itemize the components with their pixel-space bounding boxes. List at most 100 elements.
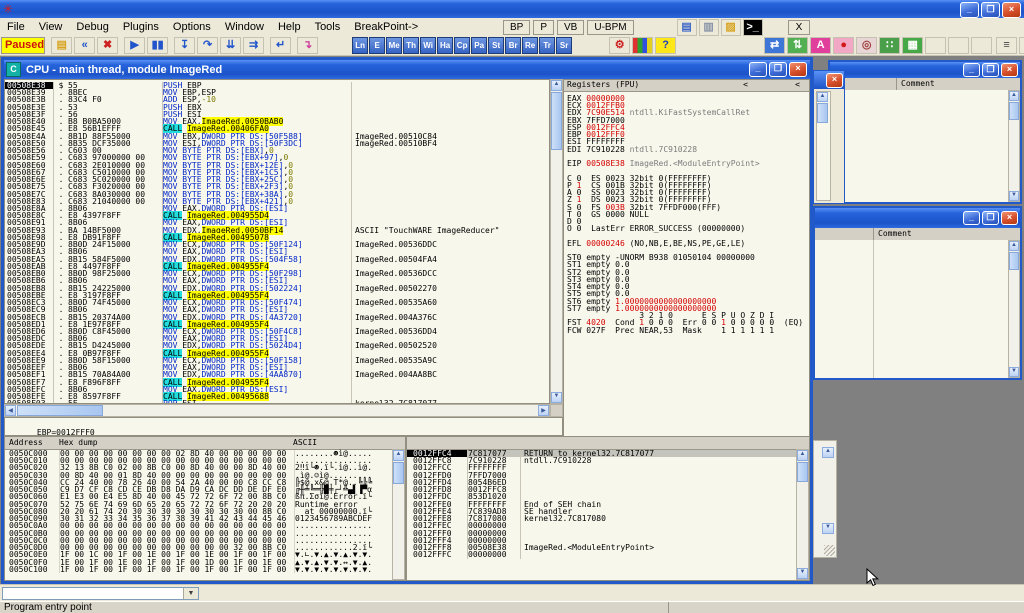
disasm-hscroll-thumb[interactable] bbox=[17, 405, 103, 416]
registers-pane-button-2[interactable]: < bbox=[792, 80, 803, 90]
restart-icon[interactable]: « bbox=[74, 37, 95, 54]
toolbar-letter-th[interactable]: Th bbox=[403, 37, 419, 54]
side-top-maximize-button[interactable]: ❐ bbox=[982, 63, 999, 77]
dump-scroll-up[interactable]: ▲ bbox=[393, 450, 404, 461]
blank-button-2[interactable] bbox=[948, 37, 969, 54]
side-mid-scroll-down[interactable]: ▼ bbox=[1009, 367, 1019, 377]
sliver2-scroll-up[interactable]: ▲ bbox=[822, 447, 834, 458]
pause-icon[interactable]: ▮▮ bbox=[147, 37, 168, 54]
resize-grip[interactable] bbox=[824, 545, 835, 556]
side-mid-scroll-thumb[interactable] bbox=[1009, 252, 1019, 270]
sliver-close-button[interactable]: × bbox=[826, 73, 843, 88]
stack-row[interactable]: 0012FFFC00000000 bbox=[407, 551, 809, 558]
stack-scroll-up[interactable]: ▲ bbox=[797, 450, 808, 461]
blank-button-3[interactable] bbox=[971, 37, 992, 54]
side-top-scroll-down[interactable]: ▼ bbox=[1009, 191, 1019, 201]
dump-col-ascii[interactable]: ASCII bbox=[293, 437, 405, 449]
log-icon[interactable]: ▤ bbox=[677, 19, 697, 36]
toolbar-letter-ln[interactable]: Ln bbox=[352, 37, 368, 54]
disasm-scroll-left[interactable]: ◀ bbox=[5, 405, 16, 416]
stack-scroll-down[interactable]: ▼ bbox=[797, 568, 808, 579]
toolbar-letter-ha[interactable]: Ha bbox=[437, 37, 453, 54]
menu-view[interactable]: View bbox=[32, 19, 70, 35]
disasm-scroll-down[interactable]: ▼ bbox=[551, 392, 562, 403]
side-mid-minimize-button[interactable]: _ bbox=[963, 211, 980, 225]
folder-icon[interactable]: ▨ bbox=[721, 19, 741, 36]
cpu-minimize-button[interactable]: _ bbox=[749, 62, 767, 77]
disasm-row[interactable]: 00508E3B.83C4 F0ADD ESP,-10 bbox=[5, 96, 549, 103]
animate-over-icon[interactable]: ⇉ bbox=[243, 37, 264, 54]
swap-arrows-icon[interactable]: ⇄ bbox=[764, 37, 785, 54]
close-program-icon[interactable]: ✖ bbox=[97, 37, 118, 54]
disasm-scroll-right[interactable]: ▶ bbox=[538, 405, 549, 416]
animate-into-icon[interactable]: ⇊ bbox=[220, 37, 241, 54]
console-icon[interactable]: >_ bbox=[743, 19, 763, 36]
menu-plugins[interactable]: Plugins bbox=[116, 19, 166, 35]
side-mid-maximize-button[interactable]: ❐ bbox=[982, 211, 999, 225]
menu-window[interactable]: Window bbox=[218, 19, 271, 35]
menu-options[interactable]: Options bbox=[166, 19, 218, 35]
analyze-a-icon[interactable]: A bbox=[810, 37, 831, 54]
restore-button[interactable]: ❐ bbox=[981, 2, 1000, 18]
menu-file[interactable]: File bbox=[0, 19, 32, 35]
cpu-maximize-button[interactable]: ❐ bbox=[769, 62, 787, 77]
minimize-button[interactable]: _ bbox=[960, 2, 979, 18]
open-file-icon[interactable]: ▤ bbox=[51, 37, 72, 54]
dump-col-address[interactable]: Address bbox=[5, 437, 59, 449]
toolbar-letter-pa[interactable]: Pa bbox=[471, 37, 487, 54]
disasm-hscrollbar[interactable]: ◀ ▶ bbox=[4, 404, 550, 417]
register-line[interactable]: EIP 00508E38 ImageRed.<ModuleEntryPoint> bbox=[567, 160, 809, 167]
menu-button-ubpm[interactable]: U-BPM bbox=[587, 20, 633, 35]
stack-vscrollbar[interactable]: ▲ ▼ bbox=[796, 449, 809, 580]
dump-vscrollbar[interactable]: ▲ bbox=[392, 449, 405, 580]
side-top-scroll-up[interactable]: ▲ bbox=[1009, 91, 1019, 101]
disasm-row[interactable]: 00508E3E.53PUSH EBX bbox=[5, 104, 549, 111]
menu-tools[interactable]: Tools bbox=[308, 19, 348, 35]
register-line[interactable]: O 0 LastErr ERROR_SUCCESS (00000000) bbox=[567, 225, 809, 232]
menu-debug[interactable]: Debug bbox=[69, 19, 115, 35]
side-mid-scroll-up[interactable]: ▲ bbox=[1009, 241, 1019, 251]
info-pane[interactable]: EBP=0012FFF0 bbox=[4, 417, 563, 436]
stack-scroll-thumb[interactable] bbox=[797, 462, 808, 482]
disassembly-pane[interactable]: 00508E38$55PUSH EBP00508E39.8BECMOV EBP,… bbox=[4, 79, 550, 404]
updown-icon[interactable]: ⇅ bbox=[787, 37, 808, 54]
dice-icon[interactable]: ∷ bbox=[879, 37, 900, 54]
menu-button-vb[interactable]: VB bbox=[557, 20, 584, 35]
help-icon[interactable]: ? bbox=[655, 37, 676, 54]
list-view-icon[interactable]: ≡ bbox=[996, 37, 1017, 54]
window-grid-icon[interactable]: ▦ bbox=[902, 37, 923, 54]
disasm-scroll-up[interactable]: ▲ bbox=[551, 80, 562, 91]
toolbar-letter-wi[interactable]: Wi bbox=[420, 37, 436, 54]
go-to-address-icon[interactable]: ↴ bbox=[297, 37, 318, 54]
menu-close-button[interactable]: X bbox=[788, 20, 811, 35]
close-button[interactable]: × bbox=[1002, 2, 1021, 18]
sliver-scroll-thumb[interactable] bbox=[817, 103, 828, 123]
side-mid-close-button[interactable]: × bbox=[1001, 211, 1018, 225]
side-top-close-button[interactable]: × bbox=[1001, 63, 1018, 77]
toolbar-letter-cp[interactable]: Cp bbox=[454, 37, 470, 54]
dump-pane[interactable]: Address Hex dump ASCII 0050C00000 00 00 … bbox=[4, 436, 406, 581]
menu-button-p[interactable]: P bbox=[533, 20, 554, 35]
step-into-icon[interactable]: ↧ bbox=[174, 37, 195, 54]
disasm-scroll-thumb[interactable] bbox=[551, 92, 562, 150]
appearance-icon[interactable] bbox=[632, 37, 653, 54]
record-icon[interactable]: ● bbox=[833, 37, 854, 54]
toolbar-letter-e[interactable]: E bbox=[369, 37, 385, 54]
toolbar-letter-me[interactable]: Me bbox=[386, 37, 402, 54]
dump-scroll-thumb[interactable] bbox=[393, 462, 404, 484]
toolbar-letter-tr[interactable]: Tr bbox=[539, 37, 555, 54]
disasm-vscrollbar[interactable]: ▲ ▼ bbox=[550, 79, 563, 404]
toolbar-letter-st[interactable]: St bbox=[488, 37, 504, 54]
step-over-icon[interactable]: ↷ bbox=[197, 37, 218, 54]
stack-pane[interactable]: 0012FFC47C817077RETURN to kernel32.7C817… bbox=[406, 436, 810, 581]
toolbar-letter-sr[interactable]: Sr bbox=[556, 37, 572, 54]
cpu-titlebar[interactable]: C CPU - main thread, module ImageRed _ ❐… bbox=[4, 60, 810, 79]
dump-col-hex[interactable]: Hex dump bbox=[59, 437, 293, 449]
side-top-content[interactable]: ▲ ▼ bbox=[830, 90, 1020, 202]
execute-till-return-icon[interactable]: ↵ bbox=[270, 37, 291, 54]
menu-help[interactable]: Help bbox=[271, 19, 308, 35]
report-view-icon[interactable]: ≣ bbox=[1019, 37, 1024, 54]
register-line[interactable]: EFL 00000246 (NO,NB,E,BE,NS,PE,GE,LE) bbox=[567, 240, 809, 247]
target-icon[interactable]: ◎ bbox=[856, 37, 877, 54]
blank-button-1[interactable] bbox=[925, 37, 946, 54]
